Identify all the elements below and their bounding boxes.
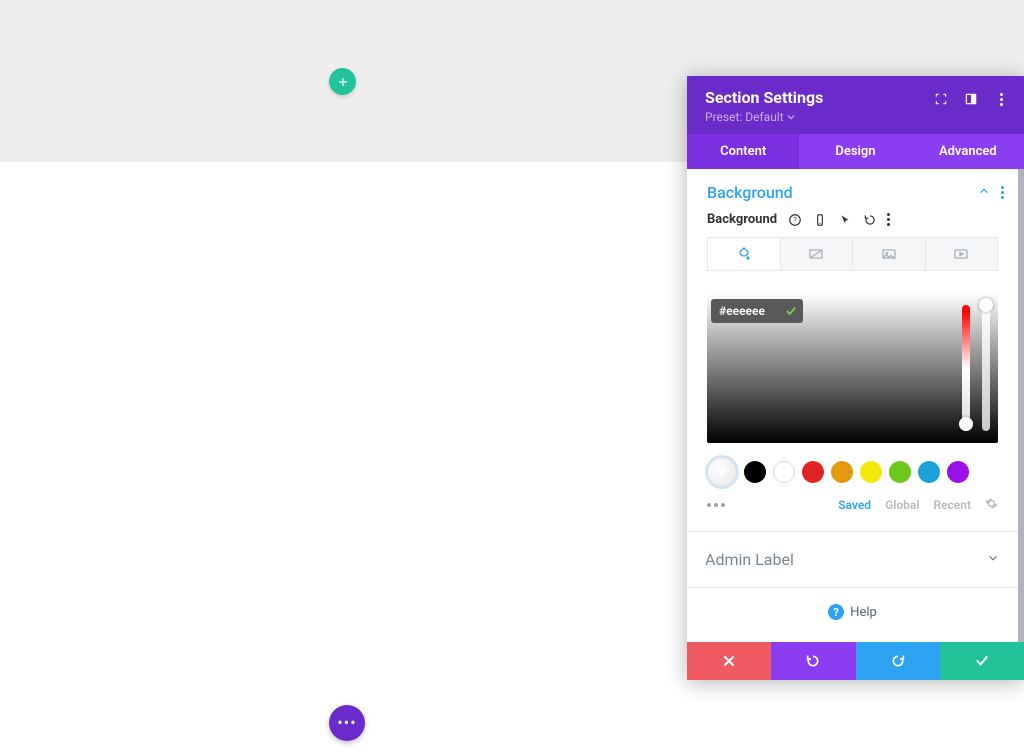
- builder-fab-button[interactable]: •••: [329, 705, 365, 741]
- swatch-row: [687, 443, 1018, 491]
- hex-confirm-button[interactable]: [779, 299, 803, 323]
- tab-advanced[interactable]: Advanced: [912, 134, 1024, 169]
- reset-icon[interactable]: [862, 212, 877, 227]
- hue-slider[interactable]: [962, 305, 970, 431]
- palette-settings-button[interactable]: [985, 497, 998, 513]
- help-label: Help: [850, 605, 877, 620]
- panel-body: Background Background ?: [687, 169, 1024, 642]
- hover-icon[interactable]: [837, 212, 852, 227]
- admin-label-toggle[interactable]: Admin Label: [687, 532, 1018, 587]
- preset-dropdown[interactable]: Preset: Default: [705, 110, 823, 124]
- tab-content[interactable]: Content: [687, 134, 799, 169]
- palette-global-tab[interactable]: Global: [885, 498, 919, 512]
- admin-label-title: Admin Label: [705, 550, 794, 569]
- expand-icon[interactable]: [934, 92, 948, 106]
- panel-footer: [687, 642, 1024, 680]
- redo-button[interactable]: [856, 642, 940, 680]
- background-section-header[interactable]: Background: [687, 169, 1018, 212]
- settings-panel: Section Settings Preset: Default Content…: [687, 76, 1024, 680]
- panel-title: Section Settings: [705, 88, 823, 107]
- gradient-icon: [808, 246, 824, 262]
- image-icon: [881, 246, 897, 262]
- bg-image-tab[interactable]: [853, 237, 926, 271]
- svg-text:?: ?: [793, 216, 797, 224]
- eyedropper-button[interactable]: [707, 457, 737, 487]
- undo-button[interactable]: [771, 642, 855, 680]
- swatch-purple[interactable]: [947, 461, 969, 483]
- chevron-down-icon: [986, 550, 1000, 569]
- vertical-dots-icon: [1000, 93, 1003, 106]
- field-menu-button[interactable]: [887, 213, 890, 226]
- alpha-slider[interactable]: [982, 305, 990, 431]
- hex-input[interactable]: [711, 299, 779, 323]
- tab-design[interactable]: Design: [799, 134, 911, 169]
- save-button[interactable]: [940, 642, 1024, 680]
- bg-color-tab[interactable]: [707, 237, 781, 271]
- swatch-more-button[interactable]: [707, 503, 725, 507]
- add-section-button[interactable]: [329, 68, 356, 95]
- bg-video-tab[interactable]: [926, 237, 999, 271]
- help-button[interactable]: ? Help: [687, 588, 1018, 624]
- help-icon: ?: [828, 604, 844, 620]
- gear-icon: [985, 497, 998, 510]
- redo-icon: [890, 653, 906, 669]
- paint-drop-icon: [736, 246, 752, 262]
- hue-knob[interactable]: [959, 417, 973, 431]
- hex-input-chip: [711, 299, 803, 323]
- swatch-green[interactable]: [889, 461, 911, 483]
- swatch-blue[interactable]: [918, 461, 940, 483]
- bg-gradient-tab[interactable]: [781, 237, 854, 271]
- panel-header: Section Settings Preset: Default: [687, 76, 1024, 134]
- help-icon[interactable]: ?: [787, 212, 802, 227]
- palette-recent-tab[interactable]: Recent: [933, 498, 971, 512]
- palette-saved-tab[interactable]: Saved: [838, 498, 871, 512]
- video-icon: [953, 246, 969, 262]
- swatch-orange[interactable]: [831, 461, 853, 483]
- caret-down-icon: [787, 113, 795, 121]
- cancel-button[interactable]: [687, 642, 771, 680]
- swatch-white[interactable]: [773, 461, 795, 483]
- background-label: Background: [707, 212, 777, 227]
- swatch-yellow[interactable]: [860, 461, 882, 483]
- panel-tabs: Content Design Advanced: [687, 134, 1024, 169]
- background-section-title: Background: [707, 183, 793, 202]
- phone-icon[interactable]: [812, 212, 827, 227]
- color-picker[interactable]: [707, 293, 998, 443]
- close-icon: [721, 653, 737, 669]
- panel-menu-button[interactable]: [994, 92, 1008, 106]
- alpha-knob[interactable]: [979, 298, 993, 312]
- eyedropper-icon: [715, 465, 729, 479]
- check-icon: [784, 304, 798, 318]
- background-type-tabs: [687, 237, 1018, 271]
- check-icon: [974, 653, 990, 669]
- swatch-black[interactable]: [744, 461, 766, 483]
- swatch-red[interactable]: [802, 461, 824, 483]
- collapse-icon[interactable]: [977, 183, 991, 202]
- snap-icon[interactable]: [964, 92, 978, 106]
- undo-icon: [805, 653, 821, 669]
- section-menu-button[interactable]: [1001, 186, 1004, 199]
